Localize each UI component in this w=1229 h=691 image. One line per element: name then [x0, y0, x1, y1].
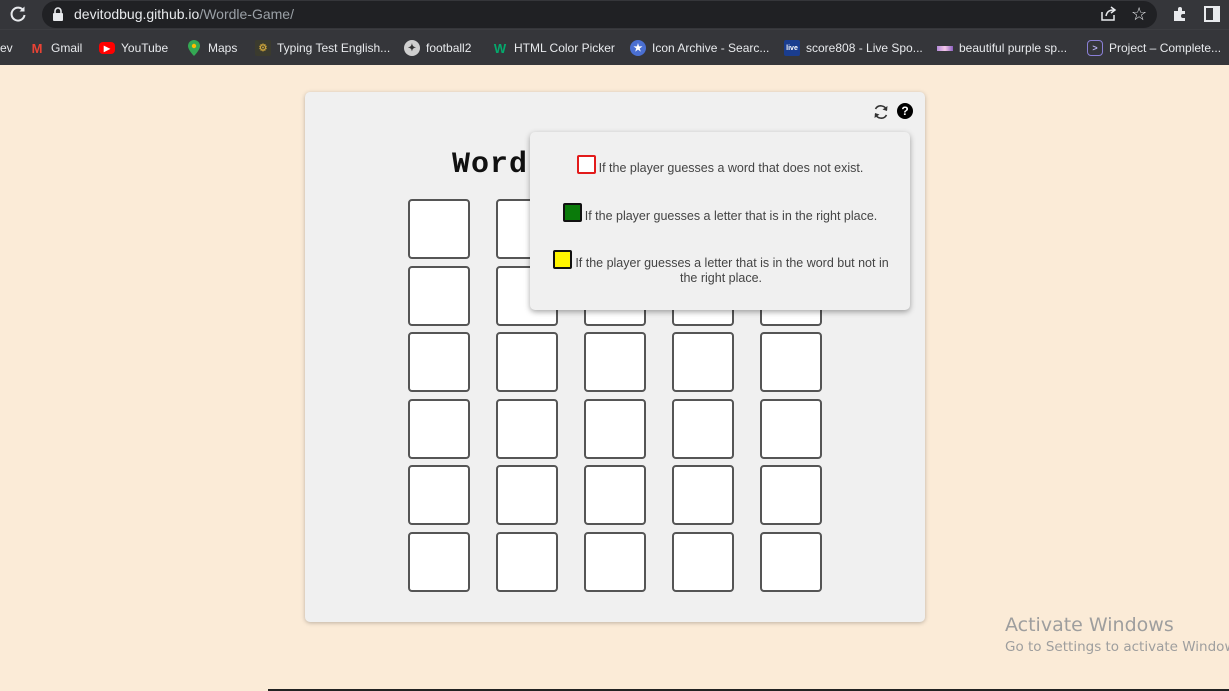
help-icon[interactable]: ? — [897, 103, 913, 119]
rule-correct-place: If the player guesses a letter that is i… — [530, 203, 910, 224]
bookmark-gmail[interactable]: M Gmail — [29, 39, 83, 57]
letter-cell — [496, 399, 558, 459]
football-icon: ✦ — [404, 40, 420, 56]
youtube-icon: ▶ — [99, 42, 115, 54]
refresh-icon[interactable] — [872, 103, 890, 121]
letter-cell — [672, 465, 734, 525]
bookmark-typing-test[interactable]: ⚙ Typing Test English... — [255, 39, 390, 57]
reload-icon[interactable] — [8, 4, 28, 24]
letter-cell — [408, 465, 470, 525]
url-text[interactable]: devitodbug.github.io/Wordle-Game/ — [74, 6, 294, 22]
bookmark-label: beautiful purple sp... — [959, 41, 1068, 55]
letter-cell — [408, 266, 470, 326]
letter-cell — [672, 399, 734, 459]
letter-cell — [584, 332, 646, 392]
palette-icon — [937, 45, 953, 51]
bookmark-label: YouTube — [121, 41, 169, 55]
letter-cell — [408, 399, 470, 459]
bookmark-label: Typing Test English... — [277, 41, 391, 55]
letter-cell — [760, 332, 822, 392]
rule-text: If the player guesses a word that does n… — [598, 161, 864, 175]
bookmark-score808[interactable]: live score808 - Live Spo... — [784, 39, 923, 57]
extensions-icon[interactable] — [1171, 5, 1189, 23]
game-title: Word — [452, 148, 529, 182]
bookmark-maps[interactable]: Maps — [186, 39, 237, 57]
green-swatch — [562, 203, 582, 222]
yellow-swatch — [553, 250, 573, 269]
bookmark-label: Gmail — [51, 41, 83, 55]
activate-windows-subtitle: Go to Settings to activate Windows. — [1005, 639, 1229, 655]
letter-cell — [672, 532, 734, 592]
letter-cell — [584, 399, 646, 459]
activate-windows-title: Activate Windows — [1005, 614, 1174, 636]
bookmark-label: HTML Color Picker — [514, 41, 615, 55]
bookmark-beautiful-purple[interactable]: beautiful purple sp... — [937, 39, 1067, 57]
help-popup: If the player guesses a word that does n… — [530, 132, 910, 310]
gmail-icon: M — [31, 40, 43, 56]
bookmark-label: score808 - Live Spo... — [806, 41, 923, 55]
bookmark-project[interactable]: > Project – Complete... — [1087, 39, 1221, 57]
letter-cell — [584, 532, 646, 592]
letter-cell — [408, 199, 470, 259]
typing-test-icon: ⚙ — [255, 40, 271, 56]
letter-cell — [496, 532, 558, 592]
bookmark-label: Icon Archive - Searc... — [652, 41, 770, 55]
rule-invalid-word: If the player guesses a word that does n… — [530, 155, 910, 176]
score808-icon: live — [784, 40, 800, 56]
letter-cell — [760, 399, 822, 459]
bookmark-ev[interactable]: ev — [0, 39, 13, 57]
browser-toolbar: devitodbug.github.io/Wordle-Game/ ☆ — [0, 0, 1229, 29]
bookmarks-bar: ev M Gmail ▶ YouTube Maps ⚙ Typing Test … — [0, 29, 1229, 65]
side-panel-icon[interactable] — [1204, 6, 1220, 22]
share-icon[interactable] — [1099, 5, 1117, 23]
bookmark-html-color-picker[interactable]: W HTML Color Picker — [492, 39, 615, 57]
letter-cell — [672, 332, 734, 392]
red-outline-swatch — [576, 155, 596, 174]
maps-icon — [186, 40, 202, 56]
bookmark-label: ev — [0, 41, 13, 55]
letter-cell — [496, 465, 558, 525]
rule-wrong-place: If the player guesses a letter that is i… — [546, 250, 896, 286]
w3schools-icon: W — [493, 40, 507, 56]
letter-cell — [408, 332, 470, 392]
icon-archive-icon: ★ — [630, 40, 646, 56]
rule-text: the right place. — [680, 271, 762, 285]
rule-text: If the player guesses a letter that is i… — [575, 256, 889, 270]
letter-cell — [760, 532, 822, 592]
letter-cell — [584, 465, 646, 525]
bookmark-label: football2 — [426, 41, 472, 55]
lock-icon[interactable] — [52, 7, 64, 21]
bookmark-star-icon[interactable]: ☆ — [1131, 4, 1149, 24]
bookmark-football2[interactable]: ✦ football2 — [404, 39, 471, 57]
bookmark-label: Maps — [208, 41, 238, 55]
letter-cell — [408, 532, 470, 592]
bookmark-label: Project – Complete... — [1109, 41, 1222, 55]
letter-cell — [760, 465, 822, 525]
rule-text: If the player guesses a letter that is i… — [584, 209, 878, 223]
letter-cell — [496, 332, 558, 392]
bookmark-icon-archive[interactable]: ★ Icon Archive - Searc... — [630, 39, 769, 57]
bookmark-youtube[interactable]: ▶ YouTube — [99, 39, 168, 57]
project-icon: > — [1087, 40, 1103, 56]
